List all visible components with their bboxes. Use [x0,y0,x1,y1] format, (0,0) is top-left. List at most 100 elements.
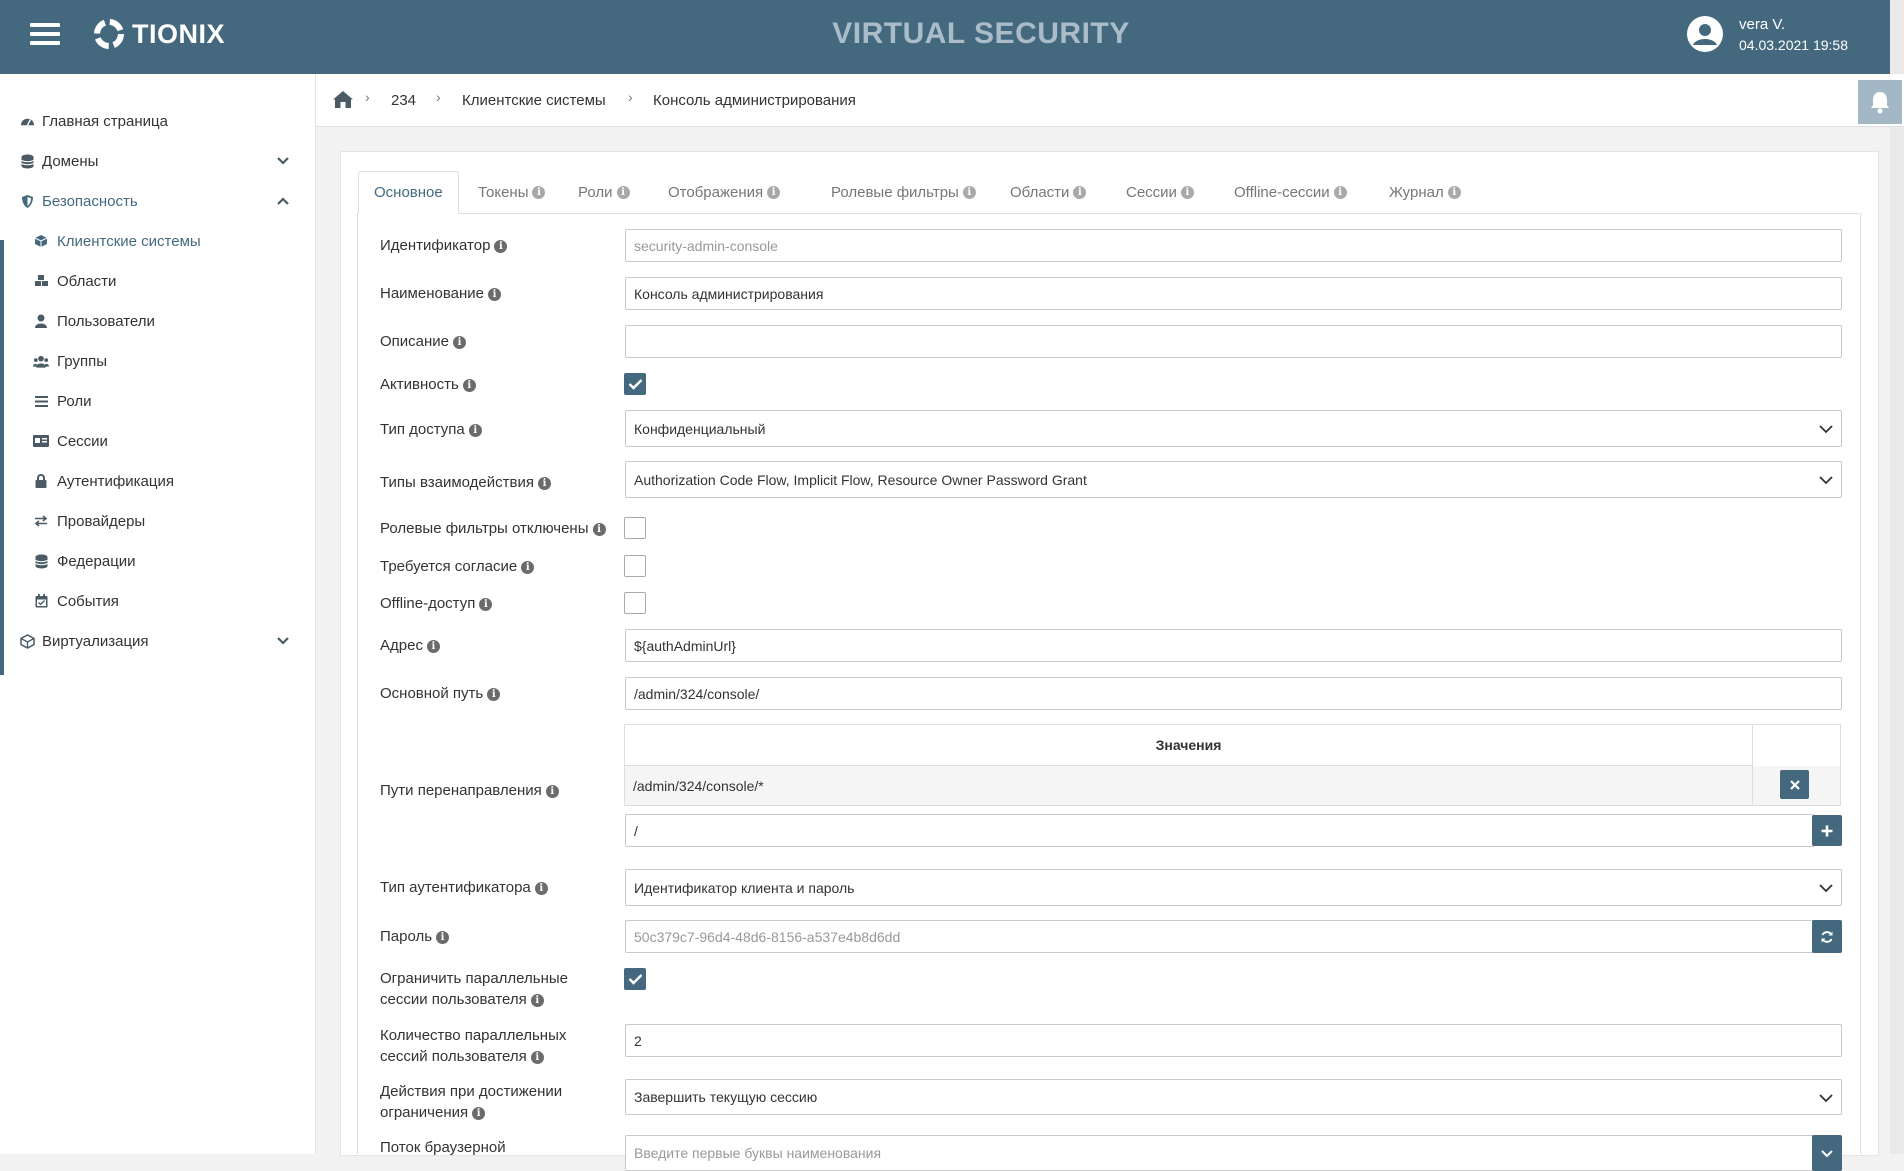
info-icon[interactable]: i [468,423,482,437]
sidebar-item-security[interactable]: Безопасность [0,181,315,221]
tab-scopes[interactable]: Области i [995,171,1101,213]
label-text: Тип аутентификатора [380,879,531,896]
sidebar-item-events[interactable]: События [0,581,315,621]
tab-offline-sessions[interactable]: Offline-сессии i [1219,171,1362,213]
info-icon[interactable]: i [545,784,559,798]
shield-icon [19,193,35,209]
info-icon[interactable]: i [530,993,544,1007]
bell-icon [1871,92,1889,114]
sidebar-item-domains[interactable]: Домены [0,141,315,181]
browser-flow-input[interactable]: Введите первые буквы наименования [625,1135,1815,1171]
tab-role-filters[interactable]: Ролевые фильтры i [816,171,991,213]
tab-roles[interactable]: Роли i [563,171,645,213]
sidebar-item-virtualization[interactable]: Виртуализация [0,621,315,661]
tab-general[interactable]: Основное [358,171,459,214]
sidebar: Главная страница Домены Безопасность Кли… [0,74,316,1154]
sidebar-item-authentication[interactable]: Аутентификация [0,461,315,501]
active-checkbox[interactable] [624,373,646,395]
info-icon[interactable]: i [426,639,440,653]
info-icon[interactable]: i [453,335,467,349]
tab-label: Журнал [1389,183,1444,201]
sidebar-item-client-systems[interactable]: Клиентские системы [0,221,315,261]
select-value: Конфиденциальный [634,420,766,437]
address-input[interactable]: ${authAdminUrl} [625,629,1842,662]
client-id-input[interactable]: security-admin-console [625,229,1842,262]
chevron-up-icon[interactable] [276,194,290,208]
chevron-down-icon[interactable] [276,154,290,168]
tab-tokens[interactable]: Токены i [463,171,560,213]
sidebar-item-label: Провайдеры [57,512,146,530]
cube-icon [33,233,49,249]
info-icon[interactable]: i [534,881,548,895]
tab-sessions[interactable]: Сессии i [1111,171,1209,213]
info-icon[interactable]: i [592,522,606,536]
redirect-paths-table: Значения /admin/324/console/* [624,724,1841,806]
info-icon[interactable]: i [479,597,493,611]
sidebar-item-groups[interactable]: Группы [0,341,315,381]
sidebar-item-roles[interactable]: Роли [0,381,315,421]
offline-access-checkbox[interactable] [624,592,646,614]
user-avatar-icon[interactable] [1686,15,1724,53]
sidebar-item-users[interactable]: Пользователи [0,301,315,341]
label-text: Пути перенаправления [380,782,542,799]
tab-journal[interactable]: Журнал i [1374,171,1476,213]
breadcrumb-domain[interactable]: 234 [391,92,416,109]
authenticator-type-select[interactable]: Идентификатор клиента и пароль [625,869,1842,906]
dashboard-icon [19,113,35,129]
label-text: сессий пользователя [380,1048,527,1065]
info-icon: i [1447,185,1461,199]
label-text: Действия при достижении [380,1083,563,1100]
info-icon[interactable]: i [538,476,551,490]
info-icon[interactable]: i [494,239,508,253]
sidebar-item-home[interactable]: Главная страница [0,101,315,141]
id-card-icon [33,433,49,449]
sidebar-item-scopes[interactable]: Области [0,261,315,301]
sidebar-item-label: Сессии [57,432,108,450]
info-icon[interactable]: i [436,930,450,944]
sidebar-item-providers[interactable]: Провайдеры [0,501,315,541]
cubes-icon [33,273,49,289]
breadcrumb-client-systems[interactable]: Клиентские системы [462,92,606,109]
info-icon[interactable]: i [487,287,501,301]
base-path-input[interactable]: /admin/324/console/ [625,677,1842,710]
regenerate-password-button[interactable] [1812,920,1842,953]
info-icon[interactable]: i [530,1050,544,1064]
chevron-down-icon [1819,425,1833,434]
new-redirect-input[interactable]: / [625,814,1815,847]
field-label-browser-flow: Поток браузерной [380,1137,506,1158]
label-text: Тип доступа [380,421,465,438]
plus-icon [1821,825,1833,836]
access-type-select[interactable]: Конфиденциальный [625,410,1842,447]
notifications-button[interactable] [1858,80,1902,124]
name-input[interactable]: Консоль администрирования [625,277,1842,310]
description-input[interactable] [625,325,1842,358]
tab-mappings[interactable]: Отображения i [653,171,795,213]
sidebar-item-sessions[interactable]: Сессии [0,421,315,461]
sidebar-item-federations[interactable]: Федерации [0,541,315,581]
info-icon[interactable]: i [472,1106,486,1120]
checkmark-icon [628,379,643,390]
virtualization-icon [19,633,35,649]
sidebar-item-label: Роли [57,392,92,410]
browser-flow-dropdown-button[interactable] [1812,1135,1842,1171]
sidebar-item-label: Клиентские системы [57,232,201,250]
session-count-input[interactable]: 2 [625,1024,1842,1057]
chevron-down-icon[interactable] [276,634,290,648]
info-icon[interactable]: i [521,560,535,574]
refresh-icon [1821,930,1833,943]
remove-redirect-button[interactable] [1780,770,1809,799]
limit-action-select[interactable]: Завершить текущую сессию [625,1079,1842,1115]
flow-types-select[interactable]: Authorization Code Flow, Implicit Flow, … [625,461,1842,498]
password-input[interactable]: 50c379c7-96d4-48d6-8156-a537e4b8d6dd [625,920,1815,953]
role-filters-disabled-checkbox[interactable] [624,517,646,539]
label-text: Количество параллельных [380,1027,567,1044]
limit-sessions-checkbox[interactable] [624,968,646,990]
label-text: Активность [380,376,459,393]
info-icon[interactable]: i [462,378,476,392]
home-icon[interactable] [332,89,354,109]
add-redirect-button[interactable] [1812,815,1842,846]
consent-required-checkbox[interactable] [624,555,646,577]
user-name[interactable]: vera V. [1739,16,1785,33]
info-icon[interactable]: i [487,687,501,701]
field-label-access-type: Тип доступа i [380,419,482,440]
